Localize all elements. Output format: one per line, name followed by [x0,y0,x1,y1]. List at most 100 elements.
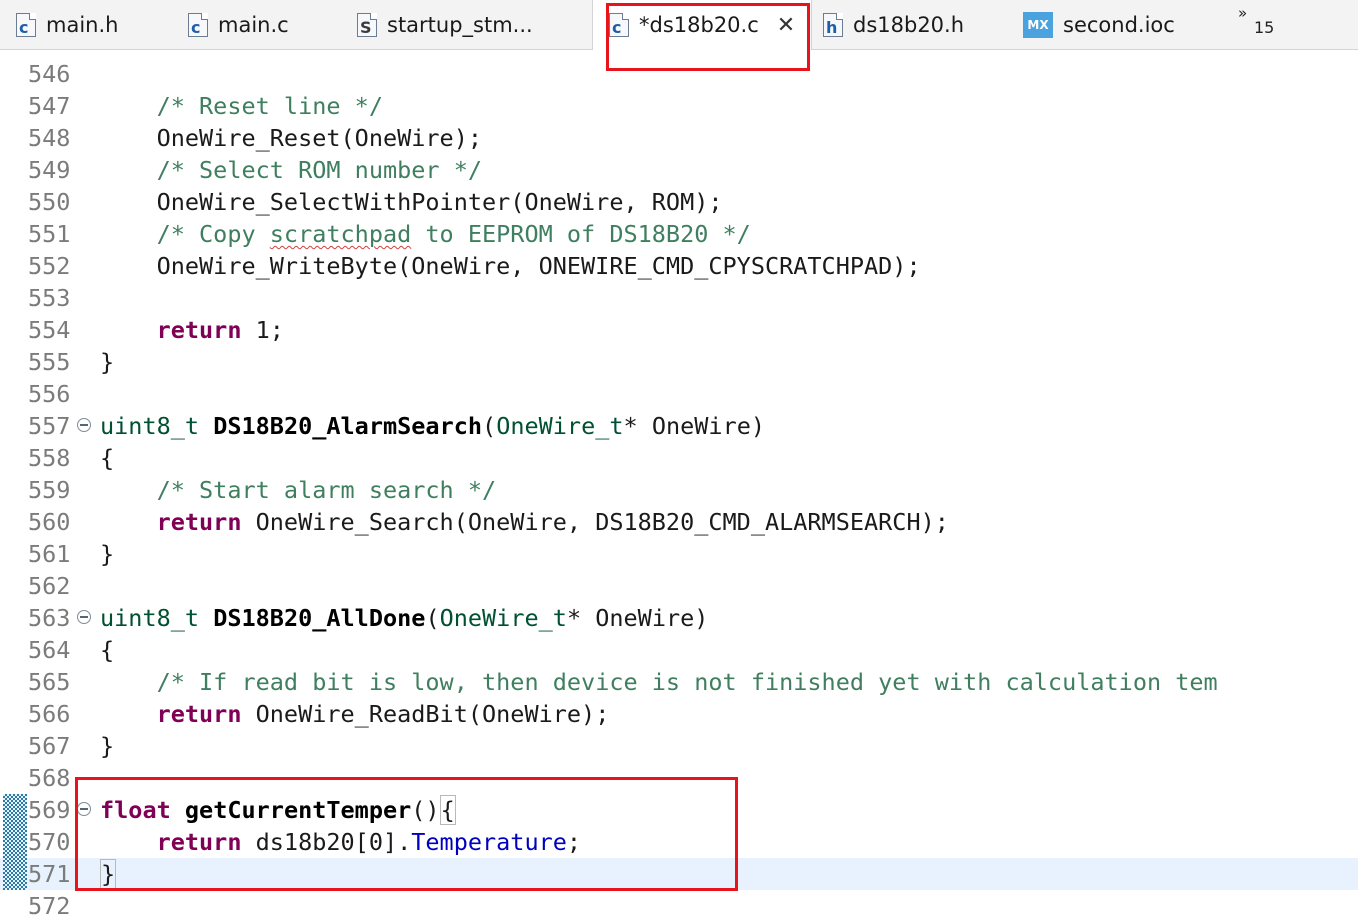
line-number: 568 [28,764,71,792]
code-token: /* Select ROM number */ [156,156,483,184]
collapse-icon[interactable] [77,802,91,816]
line-number: 572 [28,892,71,918]
code-line[interactable]: 571} [0,858,1358,890]
code-text[interactable]: /* If read bit is low, then device is no… [100,666,1218,698]
code-token: { [439,795,456,825]
collapse-icon[interactable] [77,610,91,624]
code-text[interactable]: uint8_t DS18B20_AllDone(OneWire_t* OneWi… [100,602,708,634]
code-text[interactable]: { [100,442,114,474]
code-text[interactable]: OneWire_WriteByte(OneWire, ONEWIRE_CMD_C… [100,250,921,282]
line-number: 546 [28,60,71,88]
code-text[interactable]: /* Reset line */ [100,90,383,122]
code-line[interactable]: 559 /* Start alarm search */ [0,474,1358,506]
line-number: 562 [28,572,71,600]
tab-second-ioc[interactable]: MX second.ioc [1023,0,1175,49]
code-token: OneWire_ReadBit(OneWire); [241,700,610,728]
code-text[interactable]: OneWire_Reset(OneWire); [100,122,482,154]
code-token: 1; [241,316,284,344]
c-file-icon: c [16,12,36,37]
tab-main-c[interactable]: c main.c [188,0,289,49]
tab-overflow-button[interactable]: » 15 [1236,4,1280,40]
collapse-icon[interactable] [77,418,91,432]
code-line[interactable]: 570 return ds18b20[0].Temperature; [0,826,1358,858]
code-text[interactable]: { [100,634,114,666]
code-line[interactable]: 550 OneWire_SelectWithPointer(OneWire, R… [0,186,1358,218]
code-line[interactable]: 548 OneWire_Reset(OneWire); [0,122,1358,154]
line-number: 563 [28,604,71,632]
c-file-icon: c [188,12,208,37]
code-text[interactable]: /* Select ROM number */ [100,154,482,186]
code-text[interactable]: /* Start alarm search */ [100,474,497,506]
tab-ds18b20-h[interactable]: h ds18b20.h [823,0,964,49]
code-text[interactable]: OneWire_SelectWithPointer(OneWire, ROM); [100,186,723,218]
code-line[interactable]: 560 return OneWire_Search(OneWire, DS18B… [0,506,1358,538]
code-line[interactable]: 549 /* Select ROM number */ [0,154,1358,186]
code-text[interactable]: /* Copy scratchpad to EEPROM of DS18B20 … [100,218,751,250]
code-line[interactable]: 572 [0,890,1358,918]
code-line[interactable]: 552 OneWire_WriteByte(OneWire, ONEWIRE_C… [0,250,1358,282]
code-line[interactable]: 554 return 1; [0,314,1358,346]
code-token: uint8_t [100,412,200,440]
tab-label: main.c [218,12,289,37]
code-line[interactable]: 557 uint8_t DS18B20_AlarmSearch(OneWire_t… [0,410,1358,442]
code-line[interactable]: 558 { [0,442,1358,474]
code-line[interactable]: 564 { [0,634,1358,666]
code-line[interactable]: 569 float getCurrentTemper(){ [0,794,1358,826]
line-number: 552 [28,252,71,280]
line-number: 557 [28,412,71,440]
tab-startup-stm[interactable]: S startup_stm... [357,0,533,49]
code-token: OneWire_t [439,604,567,632]
code-token: ; [566,828,582,856]
code-token: ds18b20[0]. [241,828,412,856]
code-line[interactable]: 567} [0,730,1358,762]
code-line[interactable]: 553 [0,282,1358,314]
code-token: return [156,508,242,536]
code-token: OneWire_Search(OneWire, DS18B20_CMD_ALAR… [241,508,949,536]
code-text[interactable]: uint8_t DS18B20_AlarmSearch(OneWire_t* O… [100,410,765,442]
code-editor[interactable]: 546 547 /* Reset line */548 OneWire_Reset… [0,50,1358,918]
code-line[interactable]: 555} [0,346,1358,378]
code-token: { [100,636,115,664]
change-marker [3,826,27,858]
close-tab-icon[interactable]: ✕ [777,13,795,38]
code-text[interactable]: return 1; [100,314,284,346]
code-line[interactable]: 562 [0,570,1358,602]
code-token: DS18B20_AllDone [213,604,426,632]
tab-main-h[interactable]: c main.h [16,0,118,49]
code-text[interactable]: } [100,346,114,378]
line-number: 549 [28,156,71,184]
code-text[interactable]: return OneWire_Search(OneWire, DS18B20_C… [100,506,949,538]
code-token: OneWire_SelectWithPointer(OneWire, ROM); [100,188,723,216]
line-number: 551 [28,220,71,248]
code-text[interactable]: } [100,858,117,890]
code-token: return [156,828,242,856]
code-token: to EEPROM of DS18B20 */ [411,220,751,248]
code-token: () [411,796,440,824]
code-line[interactable]: 556 [0,378,1358,410]
code-line[interactable]: 546 [0,58,1358,90]
line-number: 550 [28,188,71,216]
line-number: 561 [28,540,71,568]
code-line[interactable]: 561} [0,538,1358,570]
code-line[interactable]: 566 return OneWire_ReadBit(OneWire); [0,698,1358,730]
code-line[interactable]: 568 [0,762,1358,794]
line-number: 554 [28,316,71,344]
code-line[interactable]: 565 /* If read bit is low, then device i… [0,666,1358,698]
code-token: OneWire_Reset(OneWire); [100,124,483,152]
double-chevron-icon: » [1238,4,1248,22]
code-text[interactable]: } [100,730,114,762]
code-line[interactable]: 551 /* Copy scratchpad to EEPROM of DS18… [0,218,1358,250]
code-text[interactable]: return ds18b20[0].Temperature; [100,826,581,858]
line-number: 560 [28,508,71,536]
code-line[interactable]: 547 /* Reset line */ [0,90,1358,122]
code-text[interactable]: return OneWire_ReadBit(OneWire); [100,698,610,730]
code-line[interactable]: 563 uint8_t DS18B20_AllDone(OneWire_t* On… [0,602,1358,634]
tab-ds18b20-c[interactable]: c *ds18b20.c ✕ [592,0,813,50]
code-text[interactable]: } [100,538,114,570]
code-text[interactable]: float getCurrentTemper(){ [100,794,456,826]
code-token: } [100,732,115,760]
code-token: } [100,348,115,376]
code-token: * OneWire) [566,604,709,632]
